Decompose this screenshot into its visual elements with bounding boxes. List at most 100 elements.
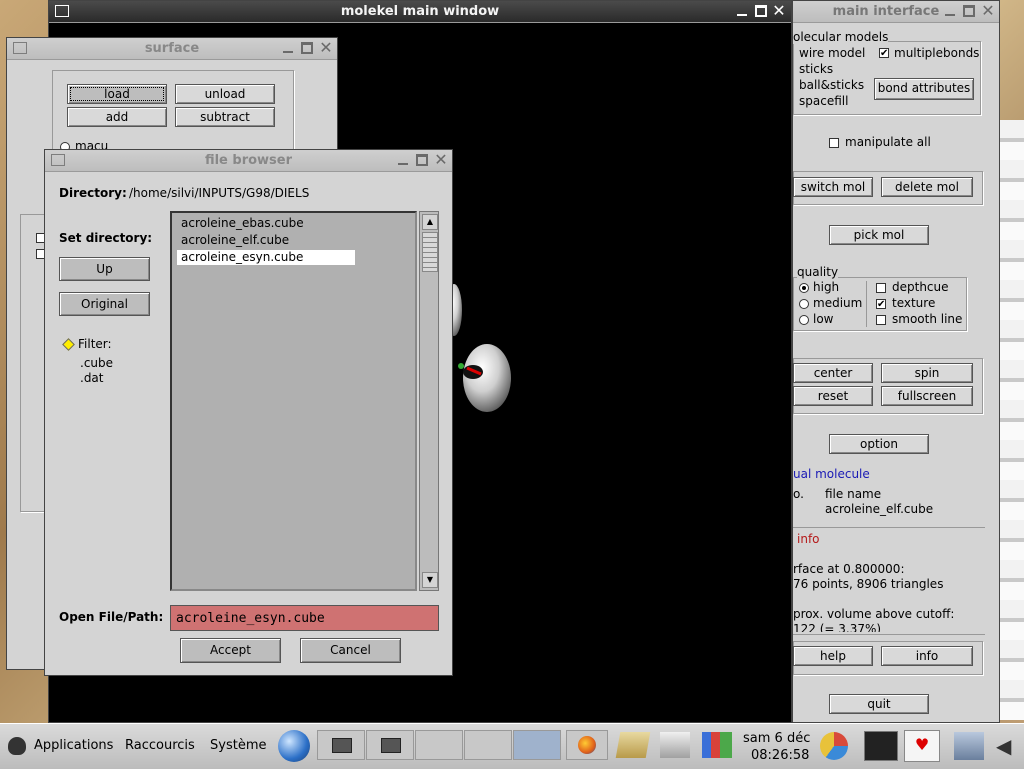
unload-button[interactable]: unload [175, 84, 275, 104]
model-ballsticks[interactable]: ball&sticks [799, 78, 864, 92]
subtract-button[interactable]: subtract [175, 107, 275, 127]
manipulate-all-label: manipulate all [845, 135, 931, 149]
accept-button[interactable]: Accept [180, 638, 281, 663]
file-item[interactable]: acroleine_ebas.cube [181, 216, 304, 230]
terminal-icon[interactable] [864, 731, 898, 761]
file-item[interactable]: acroleine_elf.cube [181, 233, 289, 247]
applications-menu[interactable]: Applications [34, 738, 113, 753]
gnome-foot-icon[interactable] [8, 737, 26, 755]
minimize-icon[interactable] [735, 4, 749, 18]
quit-button[interactable]: quit [829, 694, 929, 714]
taskbar-window-button[interactable] [366, 730, 414, 760]
filter-diamond-icon [62, 338, 75, 351]
chart-app-icon[interactable] [702, 732, 732, 758]
info-header: info [797, 532, 820, 546]
web-browser-globe-icon[interactable] [278, 730, 310, 762]
minimize-icon[interactable] [943, 4, 957, 18]
clock-date[interactable]: sam 6 déc [743, 731, 810, 746]
close-icon[interactable]: ✕ [319, 40, 333, 56]
filter-cube: .cube [80, 356, 114, 370]
maximize-icon[interactable] [300, 41, 314, 55]
open-file-input-text[interactable]: acroleine_esyn.cube [176, 611, 325, 626]
quality-low-radio[interactable] [799, 315, 809, 325]
file-list[interactable]: acroleine_ebas.cube acroleine_elf.cube a… [170, 211, 417, 591]
quality-medium-radio[interactable] [799, 299, 809, 309]
scroll-up-arrow-icon[interactable]: ▲ [422, 214, 438, 230]
filter-dat: .dat [80, 371, 104, 385]
minimize-icon[interactable] [281, 41, 295, 55]
maximize-icon[interactable] [415, 153, 429, 167]
taskbar-window-button[interactable] [317, 730, 365, 760]
spin-button[interactable]: spin [881, 363, 973, 383]
original-button[interactable]: Original [59, 292, 150, 316]
molecular-models-label: olecular models [793, 30, 889, 44]
up-button[interactable]: Up [59, 257, 150, 281]
open-file-input[interactable]: acroleine_esyn.cube [170, 605, 439, 631]
workspace-switcher-icon[interactable] [513, 730, 561, 760]
surface-info-line2: 76 points, 8906 triangles [793, 577, 944, 591]
volume-info-line2: 122 (= 3.37%) [793, 622, 882, 632]
surface-titlebar[interactable]: surface ✕ [7, 38, 337, 60]
add-button[interactable]: add [67, 107, 167, 127]
file-item[interactable]: acroleine_esyn.cube [181, 250, 303, 264]
shortcuts-menu[interactable]: Raccourcis [125, 738, 195, 753]
quality-label: quality [797, 265, 839, 279]
option-button[interactable]: option [829, 434, 929, 454]
multiplebonds-checkbox[interactable]: ✔ [879, 48, 889, 59]
open-file-label: Open File/Path: [59, 610, 164, 624]
file-name-value: acroleine_elf.cube [825, 502, 934, 516]
quality-high-radio[interactable] [799, 283, 809, 293]
quality-high-label: high [813, 280, 840, 294]
pick-mol-button[interactable]: pick mol [829, 225, 929, 245]
system-menu[interactable]: Système [210, 738, 266, 753]
reset-button[interactable]: reset [793, 386, 873, 406]
scroll-down-arrow-icon[interactable]: ▼ [422, 572, 438, 588]
load-button[interactable]: load [67, 84, 167, 104]
cancel-button[interactable]: Cancel [300, 638, 401, 663]
file-list-scrollbar[interactable]: ▲ ▼ [419, 211, 439, 591]
window-icon [332, 738, 352, 753]
main-window-titlebar[interactable]: molekel main window ✕ [49, 1, 791, 23]
model-spacefill[interactable]: spacefill [799, 94, 848, 108]
actual-molecule-label: ual molecule [793, 467, 870, 481]
help-button[interactable]: help [793, 646, 873, 666]
directory-path: /home/silvi/INPUTS/G98/DIELS [129, 186, 310, 200]
taskbar-empty-slot[interactable] [464, 730, 512, 760]
close-icon[interactable]: ✕ [434, 152, 448, 168]
firefox-icon[interactable] [566, 730, 608, 760]
atom-green [458, 363, 464, 369]
model-wire[interactable]: wire model [799, 46, 865, 60]
pie-chart-icon[interactable] [820, 732, 848, 760]
fullscreen-button[interactable]: fullscreen [881, 386, 973, 406]
network-icon[interactable] [954, 732, 984, 760]
maximize-icon[interactable] [962, 4, 976, 18]
depthcue-label: depthcue [892, 280, 949, 294]
info-button[interactable]: info [881, 646, 973, 666]
model-sticks[interactable]: sticks [799, 62, 833, 76]
texture-checkbox[interactable]: ✔ [876, 299, 886, 310]
bond-attributes-button[interactable]: bond attributes [874, 78, 974, 100]
volume-icon[interactable]: ◀ [996, 734, 1020, 758]
minimize-icon[interactable] [396, 153, 410, 167]
center-button[interactable]: center [793, 363, 873, 383]
taskbar-empty-slot[interactable] [415, 730, 463, 760]
maximize-icon[interactable] [754, 4, 768, 18]
scroll-thumb[interactable] [422, 232, 438, 272]
volume-info-line1: prox. volume above cutoff: [793, 607, 955, 621]
switch-mol-button[interactable]: switch mol [793, 177, 873, 197]
clock-time[interactable]: 08:26:58 [751, 748, 809, 763]
quality-divider [866, 281, 867, 327]
main-interface-titlebar[interactable]: main interface ✕ [793, 1, 999, 23]
file-browser-titlebar[interactable]: file browser ✕ [45, 150, 452, 172]
depthcue-checkbox[interactable] [876, 283, 886, 293]
manipulate-all-checkbox[interactable] [829, 138, 839, 148]
delete-mol-button[interactable]: delete mol [881, 177, 973, 197]
launcher-icon[interactable] [615, 732, 651, 758]
editor-icon[interactable] [660, 732, 690, 758]
info-divider [793, 527, 985, 528]
close-icon[interactable]: ✕ [981, 3, 995, 19]
quality-medium-label: medium [813, 296, 863, 310]
smooth-line-checkbox[interactable] [876, 315, 886, 325]
card-game-icon[interactable]: ♥ [904, 730, 940, 762]
main-window-title: molekel main window [340, 4, 500, 19]
